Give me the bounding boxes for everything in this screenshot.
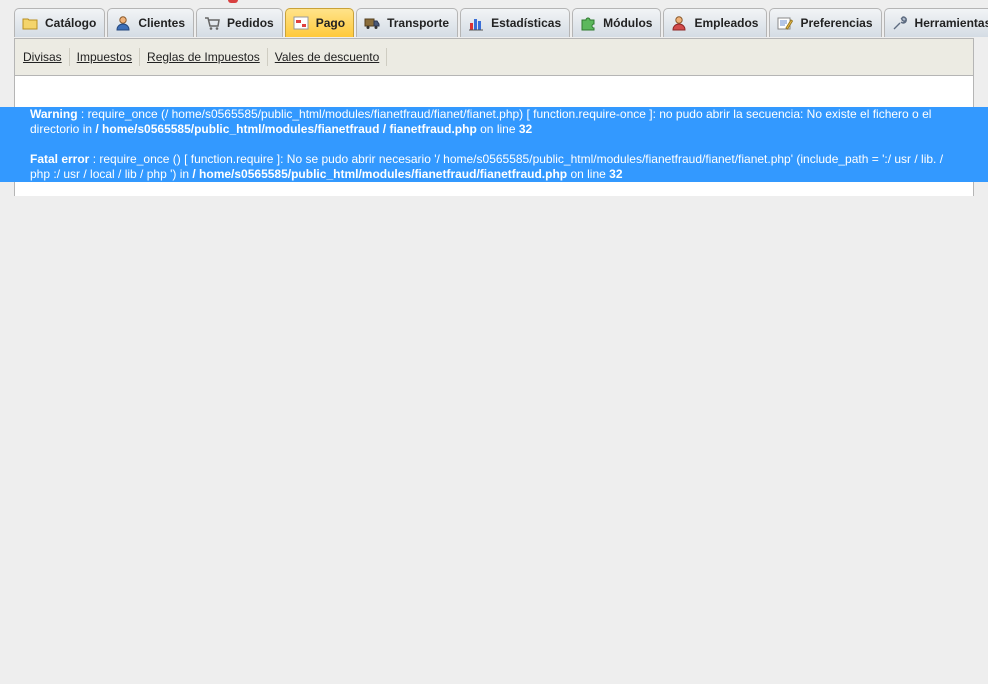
php-error-output[interactable]: Warning : require_once (/ home/s0565585/… [30, 107, 965, 182]
tab-modulos[interactable]: Módulos [572, 8, 662, 37]
fatal-error-line-number: 32 [609, 167, 623, 181]
user-icon [115, 15, 131, 31]
payment-icon [293, 15, 309, 31]
tab-clientes[interactable]: Clientes [107, 8, 195, 37]
tab-label: Estadísticas [491, 16, 562, 30]
tab-label: Herramientas [914, 16, 988, 30]
tab-label: Transporte [387, 16, 450, 30]
fatal-error-message: Fatal error : require_once () [ function… [30, 152, 965, 182]
tab-estadisticas[interactable]: Estadísticas [460, 8, 571, 37]
warning-on-line: on line [476, 122, 519, 136]
tab-label: Pago [315, 16, 346, 30]
truck-icon [364, 15, 380, 31]
subtab-divisas[interactable]: Divisas [16, 48, 70, 66]
warning-label: Warning [30, 107, 78, 121]
folder-icon [22, 15, 38, 31]
tab-label: Clientes [138, 16, 186, 30]
tab-empleados[interactable]: Empleados [663, 8, 768, 37]
bar-chart-icon [468, 15, 484, 31]
top-decoration [228, 0, 238, 3]
tab-herramientas[interactable]: Herramientas [883, 8, 988, 37]
wrench-icon [892, 15, 908, 31]
tab-transporte[interactable]: Transporte [356, 8, 459, 37]
warning-path: / home/s0565585/public_html/modules/fian… [95, 122, 477, 136]
tab-catalogo[interactable]: Catálogo [14, 8, 106, 37]
warning-message: Warning : require_once (/ home/s0565585/… [30, 107, 965, 137]
subtab-vales-de-descuento[interactable]: Vales de descuento [268, 48, 388, 66]
tab-label: Módulos [603, 16, 653, 30]
employee-icon [671, 15, 687, 31]
warning-line-number: 32 [518, 122, 533, 136]
tab-preferencias[interactable]: Preferencias [769, 8, 882, 37]
subtab-reglas-de-impuestos[interactable]: Reglas de Impuestos [140, 48, 268, 66]
fatal-error-on-line: on line [567, 167, 610, 181]
cart-icon [204, 15, 220, 31]
tab-pedidos[interactable]: Pedidos [196, 8, 283, 37]
tab-label: Preferencias [800, 16, 873, 30]
fatal-error-path: / home/s0565585/public_html/modules/fian… [192, 167, 568, 181]
puzzle-icon [580, 15, 596, 31]
fatal-error-label: Fatal error [30, 152, 90, 166]
tab-label: Empleados [694, 16, 759, 30]
tab-label: Pedidos [227, 16, 274, 30]
preferences-icon [777, 15, 794, 31]
subtab-impuestos[interactable]: Impuestos [70, 48, 141, 66]
sub-navigation: Divisas Impuestos Reglas de Impuestos Va… [14, 38, 974, 76]
tab-pago[interactable]: Pago [284, 8, 355, 37]
main-tab-bar: Catálogo Clientes Pedidos Pago Transport… [14, 8, 988, 38]
tab-label: Catálogo [45, 16, 97, 30]
